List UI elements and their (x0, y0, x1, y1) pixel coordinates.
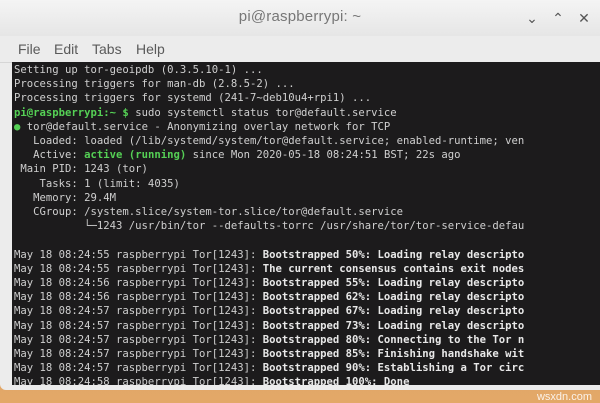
log-message: Bootstrapped 73%: Loading relay descript… (262, 319, 525, 332)
menu-edit[interactable]: Edit (54, 41, 78, 57)
log-message: Bootstrapped 55%: Loading relay descript… (262, 277, 525, 289)
log-prefix: May 18 08:24:57 raspberrypi Tor[1243]: (14, 362, 263, 375)
maximize-icon[interactable]: ⌃ (550, 10, 566, 26)
terminal-line: May 18 08:24:57 raspberrypi Tor[1243]: B… (14, 319, 524, 333)
watermark-text: wsxdn.com (536, 391, 592, 403)
log-message: Bootstrapped 100%: Done (262, 376, 410, 385)
log-prefix: May 18 08:24:56 raspberrypi Tor[1243]: (14, 277, 263, 289)
terminal-line: Processing triggers for man-db (2.8.5-2)… (14, 78, 295, 91)
log-message: Bootstrapped 50%: Loading relay descript… (262, 248, 525, 261)
terminal-line: May 18 08:24:58 raspberrypi Tor[1243]: B… (14, 375, 409, 385)
log-message: Bootstrapped 80%: Connecting to the Tor … (262, 333, 525, 346)
terminal-line: May 18 08:24:55 raspberrypi Tor[1243]: B… (14, 248, 524, 262)
terminal-line: pi@raspberrypi:~ $ sudo systemctl status… (14, 106, 397, 120)
title-bar[interactable]: pi@raspberrypi: ~ ⌄ ⌃ ✕ (0, 0, 600, 37)
terminal-line: ● tor@default.service - Anonymizing over… (14, 120, 390, 134)
log-message: Bootstrapped 62%: Loading relay descript… (262, 291, 525, 304)
status-since: since Mon 2020-05-18 08:24:51 BST; 22s a… (186, 149, 461, 162)
service-name: tor@default.service - Anonymizing overla… (20, 120, 391, 133)
terminal-line: May 18 08:24:57 raspberrypi Tor[1243]: B… (14, 304, 524, 318)
terminal-line: └─1243 /usr/bin/tor --defaults-torrc /us… (14, 220, 525, 233)
log-prefix: May 18 08:24:57 raspberrypi Tor[1243]: (14, 305, 263, 318)
menu-bar: File Edit Tabs Help (0, 36, 600, 63)
close-icon[interactable]: ✕ (576, 10, 592, 26)
terminal-line: Processing triggers for systemd (241-7~d… (14, 92, 372, 105)
log-message: The current consensus contains exit node… (262, 262, 525, 275)
log-prefix: May 18 08:24:55 raspberrypi Tor[1243]: (14, 262, 263, 275)
terminal-line: Loaded: loaded (/lib/systemd/system/tor@… (14, 135, 525, 147)
menu-tabs[interactable]: Tabs (92, 41, 122, 57)
terminal-line: Tasks: 1 (limit: 4035) (14, 177, 180, 190)
log-message: Bootstrapped 85%: Finishing handshake wi… (262, 348, 525, 360)
status-label: Active: (14, 149, 85, 162)
window-title: pi@raspberrypi: ~ (238, 8, 362, 25)
terminal-line: May 18 08:24:56 raspberrypi Tor[1243]: B… (14, 276, 524, 290)
terminal-window: pi@raspberrypi: ~ ⌄ ⌃ ✕ File Edit Tabs H… (0, 0, 600, 390)
active-status: active (running) (84, 149, 187, 162)
terminal-line: May 18 08:24:57 raspberrypi Tor[1243]: B… (14, 361, 524, 375)
minimize-icon[interactable]: ⌄ (524, 10, 540, 26)
menu-help[interactable]: Help (136, 41, 165, 57)
log-message: Bootstrapped 67%: Loading relay descript… (262, 305, 525, 318)
menu-file[interactable]: File (18, 41, 41, 57)
log-prefix: May 18 08:24:55 raspberrypi Tor[1243]: (14, 248, 263, 261)
shell-prompt: pi@raspberrypi:~ $ (14, 106, 129, 119)
terminal-line: Active: active (running) since Mon 2020-… (14, 148, 461, 162)
terminal-line: CGroup: /system.slice/system-tor.slice/t… (14, 206, 404, 218)
terminal-line: Memory: 29.4M (14, 191, 117, 204)
terminal-line: May 18 08:24:57 raspberrypi Tor[1243]: B… (14, 333, 524, 347)
log-prefix: May 18 08:24:56 raspberrypi Tor[1243]: (14, 291, 263, 304)
terminal-output[interactable]: Setting up tor-geoipdb (0.3.5.10-1) ... P… (12, 62, 600, 385)
log-prefix: May 18 08:24:57 raspberrypi Tor[1243]: (14, 333, 263, 346)
terminal-line: May 18 08:24:57 raspberrypi Tor[1243]: B… (14, 347, 524, 361)
log-prefix: May 18 08:24:58 raspberrypi Tor[1243]: (14, 376, 263, 385)
terminal-line: Setting up tor-geoipdb (0.3.5.10-1) ... (14, 64, 263, 76)
log-prefix: May 18 08:24:57 raspberrypi Tor[1243]: (14, 319, 263, 332)
log-prefix: May 18 08:24:57 raspberrypi Tor[1243]: (14, 348, 263, 360)
terminal-line: Main PID: 1243 (tor) (14, 163, 148, 176)
terminal-line: May 18 08:24:56 raspberrypi Tor[1243]: B… (14, 290, 524, 304)
terminal-line: May 18 08:24:55 raspberrypi Tor[1243]: T… (14, 262, 524, 276)
shell-command: sudo systemctl status tor@default.servic… (128, 106, 397, 119)
log-message: Bootstrapped 90%: Establishing a Tor cir… (262, 362, 525, 375)
